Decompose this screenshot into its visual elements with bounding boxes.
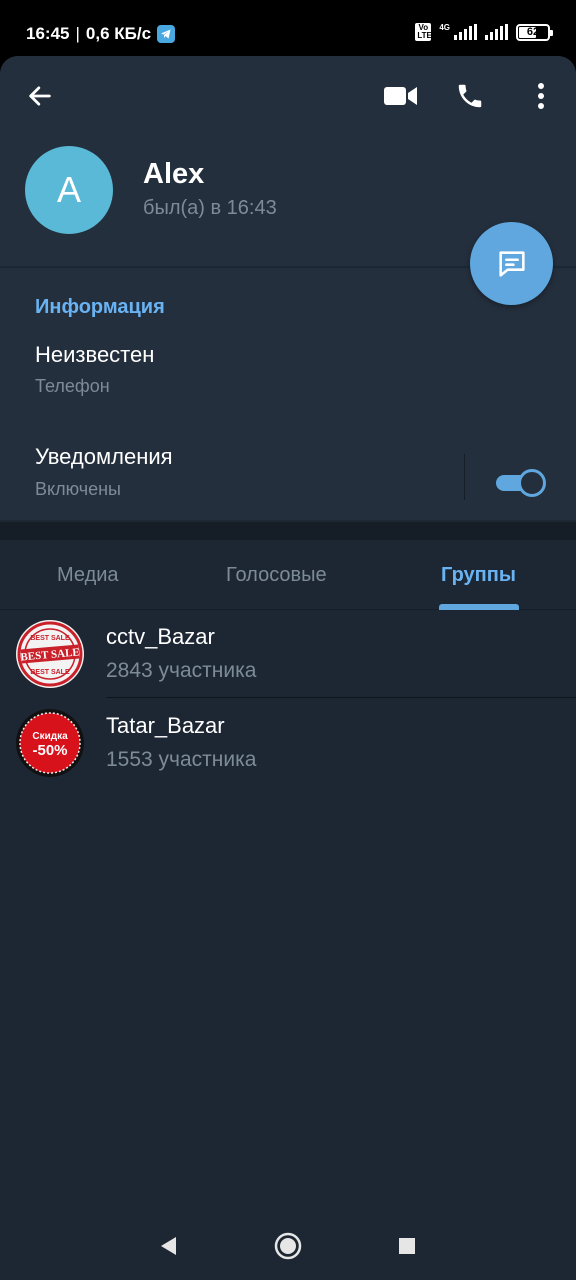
- nav-home-button[interactable]: [274, 1232, 302, 1260]
- signal-icon-2: [485, 24, 508, 40]
- svg-text:BEST SALE: BEST SALE: [30, 669, 70, 676]
- list-item[interactable]: BEST SALE BEST SALE BEST SALE cctv_Bazar…: [0, 610, 576, 698]
- group-members: 1553 участника: [106, 748, 257, 771]
- battery-icon: 62: [516, 23, 553, 41]
- best-sale-stamp-icon: BEST SALE BEST SALE BEST SALE: [16, 620, 84, 688]
- voice-call-button[interactable]: [450, 76, 490, 116]
- arrow-left-icon: [29, 86, 51, 106]
- list-item[interactable]: Скидка -50% Tatar_Bazar 1553 участника: [0, 699, 576, 787]
- battery-level: 62: [526, 26, 540, 38]
- more-vertical-icon: [538, 83, 544, 109]
- network-type: 4G: [439, 23, 450, 32]
- nav-back-button[interactable]: [154, 1232, 182, 1260]
- video-call-button[interactable]: [380, 76, 422, 116]
- more-options-button[interactable]: [524, 76, 558, 116]
- circle-home-icon: [274, 1232, 302, 1260]
- contact-name: Alex: [143, 158, 205, 190]
- discount-badge-icon: Скидка -50%: [16, 709, 84, 777]
- tab-media[interactable]: Медиа: [57, 564, 119, 587]
- triangle-back-icon: [161, 1237, 176, 1255]
- status-bar: 16:45 | 0,6 КБ/с Vo LTE 4G 62: [0, 0, 576, 58]
- notifications-row[interactable]: Уведомления: [35, 444, 173, 470]
- toggle-knob: [518, 469, 546, 497]
- video-camera-icon: [384, 87, 417, 105]
- svg-text:BEST SALE: BEST SALE: [30, 635, 70, 642]
- status-separator: |: [75, 24, 80, 43]
- status-speed: 0,6 КБ/с: [85, 24, 152, 43]
- notifications-toggle[interactable]: [494, 469, 546, 497]
- phone-value[interactable]: Неизвестен: [35, 342, 154, 368]
- divider: [106, 697, 576, 698]
- profile-screen: A Alex был(а) в 16:43 Информация Неизвес…: [0, 56, 576, 1212]
- status-right: Vo LTE 4G 62: [415, 23, 553, 41]
- group-members: 2843 участника: [106, 659, 257, 682]
- info-section: Информация Неизвестен Телефон Уведомлени…: [0, 268, 576, 520]
- svg-text:-50%: -50%: [32, 742, 67, 759]
- section-separator: [0, 522, 576, 540]
- back-button[interactable]: [20, 76, 60, 116]
- volte-icon: Vo LTE: [415, 23, 432, 41]
- message-icon: [498, 250, 525, 277]
- avatar[interactable]: A: [25, 146, 113, 234]
- phone-label: Телефон: [35, 376, 110, 396]
- send-message-button[interactable]: [470, 222, 553, 305]
- last-seen-status: был(а) в 16:43: [143, 197, 277, 219]
- status-time: 16:45: [26, 24, 70, 43]
- signal-icon-1: [454, 24, 477, 40]
- notifications-status: Включены: [35, 479, 121, 499]
- square-recents-icon: [399, 1238, 415, 1254]
- group-name: Tatar_Bazar: [106, 713, 225, 738]
- telegram-icon: [157, 25, 176, 43]
- tab-groups[interactable]: Группы: [441, 564, 516, 587]
- info-title: Информация: [35, 296, 165, 318]
- svg-text:Скидка: Скидка: [32, 731, 68, 742]
- group-name: cctv_Bazar: [106, 624, 215, 649]
- nav-recents-button[interactable]: [393, 1232, 421, 1260]
- divider: [464, 454, 465, 500]
- tab-voice[interactable]: Голосовые: [226, 564, 327, 587]
- status-left: 16:45 | 0,6 КБ/с: [26, 24, 176, 44]
- phone-icon: [458, 84, 482, 108]
- media-tabs: Медиа Голосовые Группы: [0, 540, 576, 610]
- navigation-bar: [0, 1212, 576, 1280]
